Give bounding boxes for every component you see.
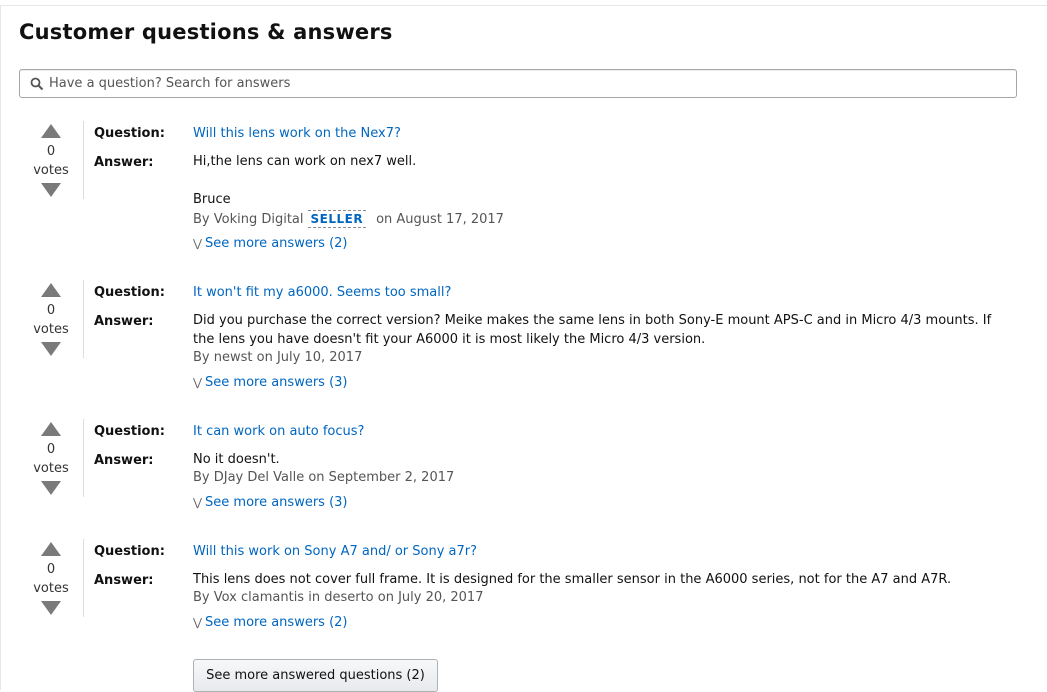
see-more-answers-label: See more answers (3) <box>205 375 348 390</box>
chevron-down-icon: ⋁ <box>193 496 203 509</box>
vote-count: 0 <box>46 562 56 577</box>
answer-date: on August 17, 2017 <box>376 212 504 227</box>
vote-divider <box>83 539 84 617</box>
vote-widget: 0 votes <box>32 282 70 357</box>
see-more-answers-link[interactable]: ⋁ See more answers (3) <box>193 375 348 390</box>
chevron-down-icon: ⋁ <box>193 616 203 629</box>
votes-label: votes <box>33 163 69 178</box>
vote-count: 0 <box>46 442 56 457</box>
question-link[interactable]: Will this lens work on the Nex7? <box>193 126 401 141</box>
answer-label: Answer: <box>94 453 154 468</box>
see-more-answers-label: See more answers (2) <box>205 236 348 251</box>
answer-byline: By DJay Del Valle on September 2, 2017 <box>193 470 455 485</box>
downvote-arrow-icon[interactable] <box>40 341 62 357</box>
upvote-arrow-icon[interactable] <box>40 421 62 437</box>
seller-badge: SELLER <box>307 210 367 228</box>
top-divider <box>0 5 1047 6</box>
chevron-down-icon: ⋁ <box>193 376 203 389</box>
answer-line: Hi,the lens can work on nex7 well. <box>193 154 417 169</box>
upvote-arrow-icon[interactable] <box>40 541 62 557</box>
downvote-arrow-icon[interactable] <box>40 182 62 198</box>
answer-text: This lens does not cover full frame. It … <box>193 572 952 587</box>
downvote-arrow-icon[interactable] <box>40 600 62 616</box>
section-title: Customer questions & answers <box>19 20 393 44</box>
vote-count: 0 <box>46 144 56 159</box>
see-more-answers-link[interactable]: ⋁ See more answers (2) <box>193 236 348 251</box>
see-more-answers-label: See more answers (2) <box>205 615 348 630</box>
question-link[interactable]: It won't fit my a6000. Seems too small? <box>193 285 451 300</box>
question-label: Question: <box>94 285 165 300</box>
left-divider <box>0 5 1 690</box>
answer-label: Answer: <box>94 155 154 170</box>
search-input[interactable] <box>49 76 1016 91</box>
question-label: Question: <box>94 126 165 141</box>
answer-author: By Voking Digital <box>193 212 304 227</box>
answer-byline: By newst on July 10, 2017 <box>193 350 363 365</box>
answer-text: No it doesn't. <box>193 452 280 467</box>
votes-label: votes <box>33 581 69 596</box>
question-label: Question: <box>94 424 165 439</box>
vote-divider <box>83 419 84 497</box>
answer-text: Hi,the lens can work on nex7 well. Bruce <box>193 152 1013 209</box>
chevron-down-icon: ⋁ <box>193 237 203 250</box>
see-more-answers-link[interactable]: ⋁ See more answers (2) <box>193 615 348 630</box>
vote-count: 0 <box>46 303 56 318</box>
downvote-arrow-icon[interactable] <box>40 480 62 496</box>
see-more-answers-label: See more answers (3) <box>205 495 348 510</box>
see-more-answered-questions-button[interactable]: See more answered questions (2) <box>193 659 438 692</box>
votes-label: votes <box>33 322 69 337</box>
vote-widget: 0 votes <box>32 421 70 496</box>
vote-divider <box>83 280 84 358</box>
answer-label: Answer: <box>94 314 154 329</box>
answer-byline: By Vox clamantis in deserto on July 20, … <box>193 590 484 605</box>
vote-divider <box>83 121 84 199</box>
vote-widget: 0 votes <box>32 541 70 616</box>
question-link[interactable]: It can work on auto focus? <box>193 424 364 439</box>
search-icon <box>30 77 44 90</box>
vote-widget: 0 votes <box>32 123 70 198</box>
answer-byline: By Voking Digital SELLER on August 17, 201… <box>193 210 504 228</box>
answer-text: Did you purchase the correct version? Me… <box>193 313 992 347</box>
search-box[interactable] <box>19 69 1017 98</box>
upvote-arrow-icon[interactable] <box>40 282 62 298</box>
upvote-arrow-icon[interactable] <box>40 123 62 139</box>
answer-label: Answer: <box>94 573 154 588</box>
question-link[interactable]: Will this work on Sony A7 and/ or Sony a… <box>193 544 477 559</box>
question-label: Question: <box>94 544 165 559</box>
votes-label: votes <box>33 461 69 476</box>
answer-line <box>193 171 1013 190</box>
answer-line: Bruce <box>193 192 231 207</box>
see-more-answers-link[interactable]: ⋁ See more answers (3) <box>193 495 348 510</box>
